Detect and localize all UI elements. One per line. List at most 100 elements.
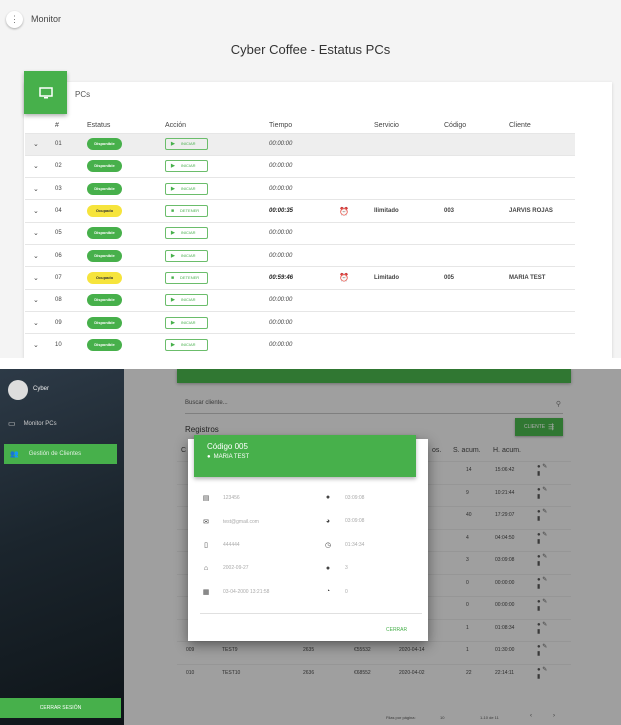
table-row[interactable]: ⌄ 04 Ocupado ■ DETENER 00:00:35 ⏰ Ilimitado 003 J… <box>25 199 575 223</box>
client-cell <box>509 310 575 334</box>
table-row[interactable]: ⌄ 03 Disponible ▶ INICIAR 00:00:00 <box>25 177 575 200</box>
sidebar: Cyber ▭ Monitor PCs 👥 Gestión de Cliente… <box>0 369 124 725</box>
action-label: DETENER <box>180 274 200 280</box>
start-button[interactable]: ▶ INICIAR <box>165 227 208 240</box>
menu-icon[interactable]: ⋮ <box>6 10 23 28</box>
expand-chevron-icon[interactable]: ⌄ <box>25 266 55 290</box>
modal-info-item: ▦ 03-04-2000 13:21:58 <box>201 588 270 596</box>
logout-button[interactable]: CERRAR SESIÓN <box>0 698 121 718</box>
alarm-cell <box>339 221 374 245</box>
table-row[interactable]: ⌄ 02 Disponible ▶ INICIAR 00:00:00 <box>25 154 575 178</box>
nav-title: Monitor <box>31 14 62 24</box>
close-button[interactable]: CERRAR <box>386 627 407 633</box>
code-cell <box>444 243 509 267</box>
expand-chevron-icon[interactable]: ⌄ <box>25 221 55 245</box>
code-cell <box>444 288 509 312</box>
status-cell: Disponible <box>87 132 165 156</box>
page-title: Cyber Coffee - Estatus PCs <box>230 42 391 57</box>
col-client: Cliente <box>509 121 531 129</box>
expand-chevron-icon[interactable]: ⌄ <box>25 132 55 156</box>
start-button[interactable]: ▶ INICIAR <box>165 182 208 195</box>
modal-info-value: 03:09:08 <box>345 494 365 501</box>
modal-info-item: ◔ 0 <box>323 588 348 595</box>
monitor-icon <box>24 71 67 114</box>
expand-chevron-icon[interactable]: ⌄ <box>25 288 55 312</box>
table-row[interactable]: ⌄ 05 Disponible ▶ INICIAR 00:00:00 <box>25 221 575 245</box>
expand-chevron-icon[interactable]: ⌄ <box>25 154 55 178</box>
code-cell <box>444 333 509 356</box>
expand-chevron-icon[interactable]: ⌄ <box>25 333 55 356</box>
code-cell: 003 <box>444 199 509 223</box>
sidebar-item-monitor[interactable]: ▭ Monitor PCs <box>8 419 57 428</box>
col-code: Código <box>444 121 467 129</box>
alarm-cell: ⏰ <box>339 266 374 290</box>
code-cell <box>444 154 509 178</box>
action-cell: ▶ INICIAR <box>165 243 269 267</box>
modal-info-value: 444444 <box>223 542 240 548</box>
status-cell: Disponible <box>87 333 165 356</box>
alarm-cell <box>339 333 374 356</box>
alarm-cell <box>339 132 374 156</box>
client-cell: MARIA TEST <box>509 266 575 290</box>
client-cell: JARVIS ROJAS <box>509 199 575 223</box>
start-button[interactable]: ▶ INICIAR <box>165 160 208 173</box>
action-label: INICIAR <box>180 163 196 169</box>
sidebar-item-label: Gestión de Clientes <box>28 451 82 457</box>
table-row[interactable]: ⌄ 09 Disponible ▶ INICIAR 00:00:00 <box>25 310 575 334</box>
modal-info-value: 2002-09-27 <box>223 565 249 571</box>
time-cell: 00:00:00 <box>269 333 339 356</box>
modal-info-item: ✉ test@gmail.com <box>201 518 259 526</box>
start-button[interactable]: ▶ INICIAR <box>165 339 208 352</box>
expand-chevron-icon[interactable]: ⌄ <box>25 177 55 200</box>
action-label: INICIAR <box>180 319 196 325</box>
account-circle-icon: ● <box>207 454 211 460</box>
table-row[interactable]: ⌄ 10 Disponible ▶ INICIAR 00:00:00 <box>25 333 575 356</box>
table-row[interactable]: ⌄ 01 Disponible ▶ INICIAR 00:00:00 <box>25 132 575 156</box>
pc-number: 10 <box>55 333 87 356</box>
action-label: INICIAR <box>180 342 196 348</box>
play-icon: ▶ <box>171 230 175 237</box>
status-cell: Disponible <box>87 154 165 178</box>
code-cell: 005 <box>444 266 509 290</box>
modal-info-item: ● 3 <box>323 565 348 572</box>
action-label: INICIAR <box>180 230 196 236</box>
start-button[interactable]: ▶ INICIAR <box>165 138 208 151</box>
start-button[interactable]: ▶ INICIAR <box>165 316 208 329</box>
action-cell: ▶ INICIAR <box>165 288 269 312</box>
timer-icon: ◷ <box>324 542 332 549</box>
stop-button[interactable]: ■ DETENER <box>165 205 208 218</box>
start-button[interactable]: ▶ INICIAR <box>165 294 208 307</box>
table-row[interactable]: ⌄ 08 Disponible ▶ INICIAR 00:00:00 <box>25 288 575 312</box>
service-cell <box>374 221 444 245</box>
status-badge: Disponible <box>87 316 122 329</box>
expand-chevron-icon[interactable]: ⌄ <box>25 310 55 334</box>
clock-history-icon: ◕ <box>325 517 331 525</box>
play-icon: ▶ <box>171 185 175 192</box>
modal-info-value: 01:34:34 <box>345 542 365 548</box>
stop-button[interactable]: ■ DETENER <box>165 271 208 284</box>
modal-subtitle: ● MARIA TEST <box>207 454 249 460</box>
modal-info-item: ◕ 03:09:08 <box>323 517 365 525</box>
time-cell: 00:00:00 <box>269 221 339 245</box>
status-badge: Ocupado <box>87 205 122 218</box>
stop-icon: ■ <box>171 274 175 281</box>
action-label: INICIAR <box>180 185 196 191</box>
sidebar-item-clients[interactable]: 👥 Gestión de Clientes <box>4 444 117 464</box>
sidebar-name: Cyber <box>33 386 50 392</box>
start-button[interactable]: ▶ INICIAR <box>165 249 208 262</box>
id-card-icon: ▤ <box>202 495 210 502</box>
expand-chevron-icon[interactable]: ⌄ <box>25 199 55 223</box>
service-cell <box>374 154 444 178</box>
pc-number: 02 <box>55 154 87 178</box>
action-cell: ▶ INICIAR <box>165 132 269 156</box>
expand-chevron-icon[interactable]: ⌄ <box>25 243 55 267</box>
table-row[interactable]: ⌄ 06 Disponible ▶ INICIAR 00:00:00 <box>25 243 575 267</box>
table-row[interactable]: ⌄ 07 Ocupado ■ DETENER 00:59:46 ⏰ Limitado 005 MA… <box>25 266 575 290</box>
code-cell <box>444 177 509 200</box>
people-icon: 👥 <box>10 451 19 458</box>
modal-info-value: 03:09:08 <box>345 518 365 524</box>
client-detail-modal: Código 005 ● MARIA TEST ▤ 123456 ✉ test@gmai… <box>188 435 428 641</box>
status-badge: Ocupado <box>87 271 122 284</box>
time-cell: 00:00:00 <box>269 310 339 334</box>
time-cell: 00:00:00 <box>269 154 339 178</box>
